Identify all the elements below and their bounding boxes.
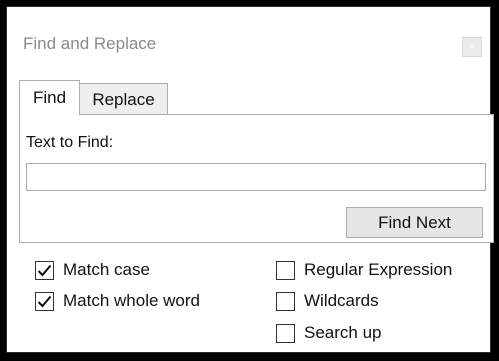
search-up-label: Search up [304, 323, 382, 342]
wildcards-checkbox[interactable] [276, 291, 295, 311]
find-next-button[interactable]: Find Next [346, 207, 483, 238]
close-icon: × [469, 41, 475, 52]
match-whole-word-checkbox[interactable] [35, 291, 54, 311]
match-case-option[interactable]: Match case [35, 260, 150, 280]
tab-replace[interactable]: Replace [79, 83, 168, 115]
text-to-find-input[interactable] [26, 163, 486, 191]
window-title: Find and Replace [23, 34, 157, 53]
regular-expression-label: Regular Expression [304, 260, 453, 279]
search-up-option[interactable]: Search up [276, 323, 382, 343]
match-case-label: Match case [63, 260, 150, 279]
tab-find[interactable]: Find [19, 80, 80, 115]
search-up-checkbox[interactable] [276, 323, 295, 343]
match-whole-word-option[interactable]: Match whole word [35, 291, 200, 311]
match-case-checkbox[interactable] [35, 260, 54, 280]
wildcards-label: Wildcards [304, 291, 379, 310]
regular-expression-option[interactable]: Regular Expression [276, 260, 452, 280]
regular-expression-checkbox[interactable] [276, 260, 295, 280]
wildcards-option[interactable]: Wildcards [276, 291, 379, 311]
match-whole-word-label: Match whole word [63, 291, 201, 310]
close-button[interactable]: × [462, 37, 482, 57]
text-to-find-label: Text to Find: [26, 134, 114, 151]
checkmark-icon [37, 264, 52, 277]
checkmark-icon [37, 295, 52, 308]
